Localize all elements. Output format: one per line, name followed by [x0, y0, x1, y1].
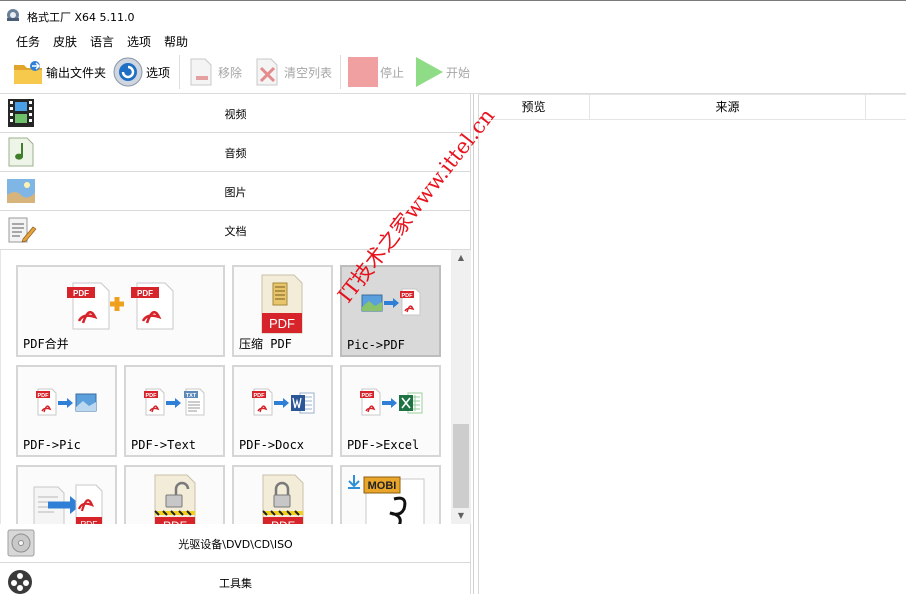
- tile-pdf-to-text[interactable]: PDF TXT PDF->Text: [124, 365, 225, 457]
- tile-mobi-ebook[interactable]: MOBI: [340, 465, 441, 524]
- tile-pdf-to-excel[interactable]: PDF PDF->Excel: [340, 365, 441, 457]
- pdf-lock-icon: PDF: [262, 474, 304, 524]
- category-video[interactable]: 视频: [0, 94, 471, 133]
- tile-pdf-merge[interactable]: PDF PDF PDF合并: [16, 265, 225, 357]
- tile-pdf-to-pic-label: PDF->Pic: [23, 438, 81, 452]
- output-folder-button[interactable]: 输出文件夹: [12, 56, 106, 88]
- tile-pdf-merge-label: PDF合并: [23, 337, 69, 351]
- pdf-to-pic-icon: PDF: [36, 388, 97, 416]
- folder-icon: [14, 61, 42, 84]
- pdf-to-text-icon: PDF TXT: [144, 388, 205, 416]
- svg-text:TXT: TXT: [186, 393, 197, 399]
- menu-skin[interactable]: 皮肤: [52, 33, 78, 50]
- options-button[interactable]: 选项: [112, 56, 170, 88]
- menu-bar: 任务 皮肤 语言 选项 帮助: [0, 31, 906, 51]
- start-button[interactable]: 开始: [416, 56, 470, 88]
- tile-doc-to-pdf[interactable]: PDF: [16, 465, 117, 524]
- tile-pdf-to-text-label: PDF->Text: [131, 438, 197, 452]
- svg-text:PDF: PDF: [271, 519, 295, 524]
- scroll-down-icon[interactable]: ▼: [451, 508, 471, 524]
- svg-text:PDF: PDF: [73, 289, 89, 298]
- category-toolbox-label: 工具集: [219, 577, 252, 590]
- play-icon: [416, 57, 443, 87]
- menu-language[interactable]: 语言: [89, 33, 115, 50]
- category-picture-label: 图片: [224, 186, 247, 199]
- category-rom-device-label: 光驱设备\DVD\CD\ISO: [178, 538, 293, 551]
- svg-text:PDF: PDF: [362, 393, 374, 399]
- tile-pdf-to-excel-label: PDF->Excel: [347, 438, 420, 452]
- tile-pdf-to-docx-label: PDF->Docx: [239, 438, 305, 452]
- output-folder-label: 输出文件夹: [46, 65, 107, 80]
- svg-text:MOBI: MOBI: [368, 480, 397, 492]
- svg-text:PDF: PDF: [81, 519, 98, 524]
- toolbar: 输出文件夹 选项 移除 清空列表 停止 开始: [0, 51, 906, 94]
- toolbar-divider: [340, 55, 341, 89]
- compress-pdf-icon: PDF: [261, 274, 303, 334]
- scroll-thumb[interactable]: [453, 424, 469, 508]
- tile-compress-pdf[interactable]: PDF 压缩 PDF: [232, 265, 333, 357]
- tile-pdf-lock[interactable]: PDF: [232, 465, 333, 524]
- stop-button[interactable]: 停止: [348, 56, 404, 88]
- menu-options[interactable]: 选项: [126, 33, 152, 50]
- task-list-header: 预览 来源: [478, 94, 906, 120]
- stop-icon: [348, 57, 378, 87]
- remove-label: 移除: [218, 65, 243, 80]
- category-audio-label: 音频: [224, 147, 247, 160]
- remove-button[interactable]: 移除: [188, 56, 242, 88]
- stop-label: 停止: [380, 65, 405, 80]
- pdf-to-excel-icon: PDF: [360, 388, 423, 416]
- tile-pic-to-pdf-label: Pic->PDF: [347, 338, 405, 352]
- svg-text:PDF: PDF: [163, 519, 187, 524]
- svg-text:PDF: PDF: [269, 316, 295, 331]
- category-video-label: 视频: [224, 108, 247, 121]
- category-audio[interactable]: 音频: [0, 133, 471, 172]
- svg-text:PDF: PDF: [38, 393, 50, 399]
- menu-help[interactable]: 帮助: [163, 33, 189, 50]
- tile-compress-pdf-label: 压缩 PDF: [239, 337, 292, 351]
- category-rom-device[interactable]: 光驱设备\DVD\CD\ISO: [0, 524, 471, 563]
- gear-icon: [113, 57, 143, 87]
- svg-text:PDF: PDF: [402, 293, 414, 299]
- tile-pdf-unlock[interactable]: PDF: [124, 465, 225, 524]
- window-edge: [0, 0, 906, 1]
- tile-pdf-to-docx[interactable]: PDF PDF->Docx: [232, 365, 333, 457]
- doc-to-pdf-icon: PDF: [33, 484, 103, 524]
- tile-pdf-to-pic[interactable]: PDF PDF->Pic: [16, 365, 117, 457]
- toolbar-divider: [179, 55, 180, 89]
- category-toolbox[interactable]: 工具集: [0, 563, 471, 594]
- pdf-unlock-icon: PDF: [154, 474, 196, 524]
- start-label: 开始: [446, 65, 471, 80]
- pdf-to-docx-icon: PDF: [252, 388, 315, 416]
- menu-task[interactable]: 任务: [15, 33, 41, 50]
- window-title: 格式工厂 X64 5.11.0: [27, 11, 135, 24]
- column-source[interactable]: 来源: [590, 95, 866, 120]
- clear-list-button[interactable]: 清空列表: [254, 56, 332, 88]
- task-list: 预览 来源: [478, 94, 906, 594]
- svg-text:PDF: PDF: [146, 393, 158, 399]
- title-bar: 格式工厂 X64 5.11.0: [0, 0, 906, 31]
- mobi-ebook-icon: MOBI: [348, 475, 425, 524]
- clear-list-label: 清空列表: [284, 65, 333, 80]
- pane-divider: [478, 94, 479, 594]
- svg-text:PDF: PDF: [137, 289, 153, 298]
- tiles-scrollbar[interactable]: ▲ ▼: [451, 250, 471, 524]
- app-logo-icon: [7, 9, 19, 21]
- options-label: 选项: [146, 65, 171, 80]
- svg-text:PDF: PDF: [254, 393, 266, 399]
- pdf-merge-icon: PDF PDF: [67, 282, 174, 330]
- remove-document-icon: [190, 58, 212, 86]
- scroll-up-icon[interactable]: ▲: [451, 250, 471, 266]
- document-tools-grid: PDF PDF PDF合并 PDF 压缩 PDF PDF Pic->PDF PD…: [0, 250, 451, 524]
- clear-list-icon: [256, 58, 278, 86]
- pic-to-pdf-icon: PDF: [361, 288, 421, 316]
